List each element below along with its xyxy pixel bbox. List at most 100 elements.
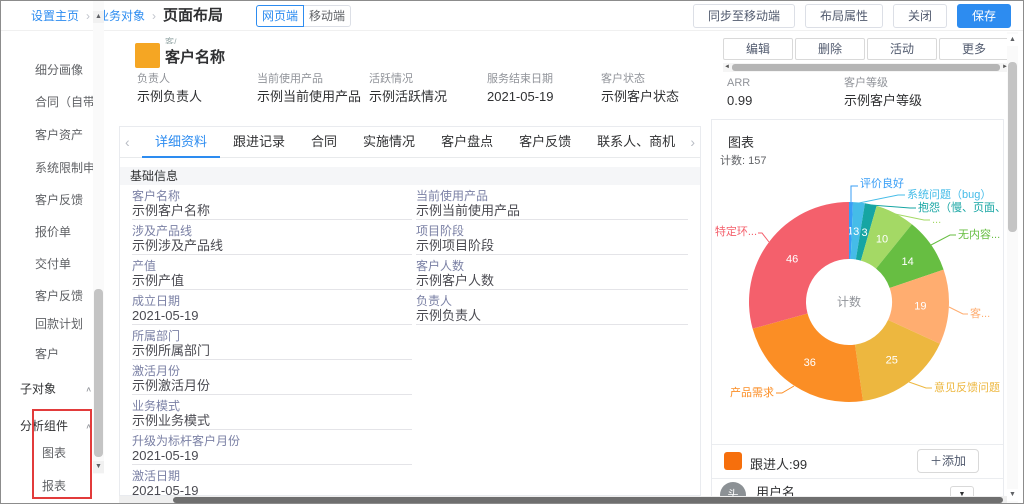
tabs-scroll-right-icon[interactable]: › — [690, 127, 695, 158]
label-leader-line — [776, 386, 794, 393]
record-actions: 编辑删除活动更多 — [723, 38, 1009, 60]
sidebar: 细分画像合同（自带）客户资产系统限制申请明细客户反馈报价单交付单客户反馈回款计划… — [2, 31, 106, 504]
top-bar: 设置主页›业务对象›页面布局 网页端移动端 同步至移动端布局属性关闭保存 — [1, 1, 1023, 31]
form-field: 当前使用产品示例当前使用产品 — [416, 189, 688, 220]
caret-up-icon: ∧ — [85, 418, 92, 434]
tab-6[interactable]: 联系人、商机 — [584, 127, 688, 158]
chart-count: 计数: 157 — [720, 152, 766, 168]
top-action-button-1[interactable]: 布局属性 — [805, 4, 883, 28]
form-field: 激活月份示例激活月份 — [132, 364, 412, 395]
tab-4[interactable]: 客户盘点 — [428, 127, 506, 158]
scroll-up-icon[interactable]: ▲ — [1007, 34, 1018, 46]
form-field-value: 示例激活月份 — [132, 378, 412, 394]
field-value: 示例活跃情况 — [369, 88, 447, 106]
chart-segment-label: 抱怨（慢、页面、... — [918, 202, 1004, 214]
form-field: 升级为标杆客户月份2021-05-19 — [132, 434, 412, 465]
sidebar-section-label: 分析组件 — [20, 419, 68, 433]
sidebar-subitem[interactable]: 报表 — [42, 476, 92, 496]
field-label: 客户等级 — [844, 76, 922, 90]
donut-chart[interactable]: 133101419253646计数 评价良好系统问题（bug）抱怨（慢、页面、.… — [712, 170, 1004, 460]
scroll-down-icon[interactable]: ▼ — [93, 461, 104, 473]
sidebar-item[interactable]: 客户反馈 — [35, 190, 93, 210]
record-action-button-2[interactable]: 活动 — [867, 38, 937, 60]
tab-1[interactable]: 跟进记录 — [220, 127, 298, 158]
form-field: 产值示例产值 — [132, 259, 412, 290]
form-field-value: 示例负责人 — [416, 308, 688, 324]
caret-up-icon: ∧ — [85, 381, 92, 397]
sidebar-section-label: 子对象 — [20, 382, 56, 396]
sidebar-item[interactable]: 客户反馈 — [35, 286, 93, 306]
segment-value: 14 — [901, 256, 913, 268]
form-field-label: 项目阶段 — [416, 224, 688, 238]
top-action-button-2[interactable]: 关闭 — [893, 4, 947, 28]
main-scrollbar-thumb[interactable] — [1008, 62, 1017, 232]
sidebar-scrollbar-thumb[interactable] — [94, 289, 103, 457]
section-title: 基础信息 — [120, 167, 700, 185]
form-field-label: 产值 — [132, 259, 412, 273]
breadcrumb-separator-icon: › — [152, 9, 156, 23]
field-value: 示例客户等级 — [844, 92, 922, 110]
card-extra-field: ARR0.99 — [727, 76, 752, 110]
field-value: 示例负责人 — [137, 88, 202, 106]
record-action-button-3[interactable]: 更多 — [939, 38, 1009, 60]
main-scrollbar[interactable]: ▲ ▼ — [1007, 32, 1018, 503]
chart-segment-label: ... — [932, 214, 941, 226]
donut-segment-8[interactable] — [749, 202, 849, 329]
tab-5[interactable]: 客户反馈 — [506, 127, 584, 158]
field-value: 示例当前使用产品 — [257, 88, 361, 106]
chart-segment-label: 评价良好 — [860, 178, 904, 190]
top-action-button-0[interactable]: 同步至移动端 — [693, 4, 795, 28]
view-toggle-mobile[interactable]: 移动端 — [303, 5, 351, 27]
tab-3[interactable]: 实施情况 — [350, 127, 428, 158]
view-toggle-web[interactable]: 网页端 — [256, 5, 304, 27]
record-action-button-0[interactable]: 编辑 — [723, 38, 793, 60]
sidebar-item[interactable]: 客户资产 — [35, 125, 93, 145]
follow-up-icon — [724, 452, 742, 470]
form-field-value: 2021-05-19 — [132, 308, 412, 324]
page-layout-editor: 设置主页›业务对象›页面布局 网页端移动端 同步至移动端布局属性关闭保存 细分画… — [0, 0, 1024, 504]
record-action-button-1[interactable]: 删除 — [795, 38, 865, 60]
sidebar-item[interactable]: 系统限制申请明细 — [35, 158, 93, 178]
tabs-scroll-left-icon[interactable]: ‹ — [125, 127, 130, 158]
breadcrumb-link[interactable]: 业务对象 — [97, 9, 145, 23]
record-avatar — [135, 43, 160, 68]
form-field-label: 成立日期 — [132, 294, 412, 308]
card-field: 负责人示例负责人 — [137, 72, 202, 106]
form-field-label: 激活日期 — [132, 469, 412, 483]
bottom-horizontal-scrollbar[interactable] — [119, 496, 1007, 504]
card-field: 当前使用产品示例当前使用产品 — [257, 72, 361, 106]
sidebar-item[interactable]: 回款计划 — [35, 314, 93, 334]
sidebar-subitem[interactable]: 图表 — [42, 443, 92, 463]
form-field-value: 2021-05-19 — [132, 483, 412, 496]
scroll-up-icon[interactable]: ▲ — [93, 11, 104, 23]
sidebar-item[interactable]: 报价单 — [35, 222, 93, 242]
tab-0[interactable]: 详细资料 — [142, 127, 220, 158]
sidebar-item[interactable]: 合同（自带） — [35, 92, 93, 112]
scroll-down-icon[interactable]: ▼ — [1007, 489, 1018, 501]
form-field: 涉及产品线示例涉及产品线 — [132, 224, 412, 255]
bottom-scrollbar-thumb[interactable] — [173, 497, 1003, 503]
form-field-label: 客户人数 — [416, 259, 688, 273]
add-follower-button[interactable]: ＋添加 — [917, 449, 979, 473]
sidebar-item[interactable]: 客户 — [35, 344, 93, 364]
label-leader-line — [859, 195, 905, 203]
sidebar-item[interactable]: 细分画像 — [35, 60, 93, 80]
card-scrollbar-thumb[interactable] — [732, 64, 1000, 71]
form-field: 激活日期2021-05-19 — [132, 469, 412, 496]
field-label: 负责人 — [137, 72, 202, 86]
form-field-label: 客户名称 — [132, 189, 412, 203]
chart-segment-label: 意见反馈问题 — [934, 382, 1000, 394]
sidebar-section-1[interactable]: 分析组件 ∧ — [20, 416, 92, 436]
sidebar-item[interactable]: 交付单 — [35, 254, 93, 274]
scroll-left-icon[interactable]: ◄ — [723, 63, 731, 72]
field-value: 0.99 — [727, 92, 752, 110]
form-field-value: 示例业务模式 — [132, 413, 412, 429]
tab-2[interactable]: 合同 — [298, 127, 350, 158]
sidebar-section-0[interactable]: 子对象 ∧ — [20, 379, 92, 399]
chart-segment-label: 产品需求 — [726, 387, 774, 399]
card-horizontal-scrollbar[interactable]: ◄ ► — [723, 63, 1009, 72]
breadcrumb-link[interactable]: 设置主页 — [31, 9, 79, 23]
chart-title: 图表 — [728, 132, 754, 151]
sidebar-scrollbar[interactable]: ▲ ▼ — [93, 1, 104, 474]
top-action-button-3[interactable]: 保存 — [957, 4, 1011, 28]
